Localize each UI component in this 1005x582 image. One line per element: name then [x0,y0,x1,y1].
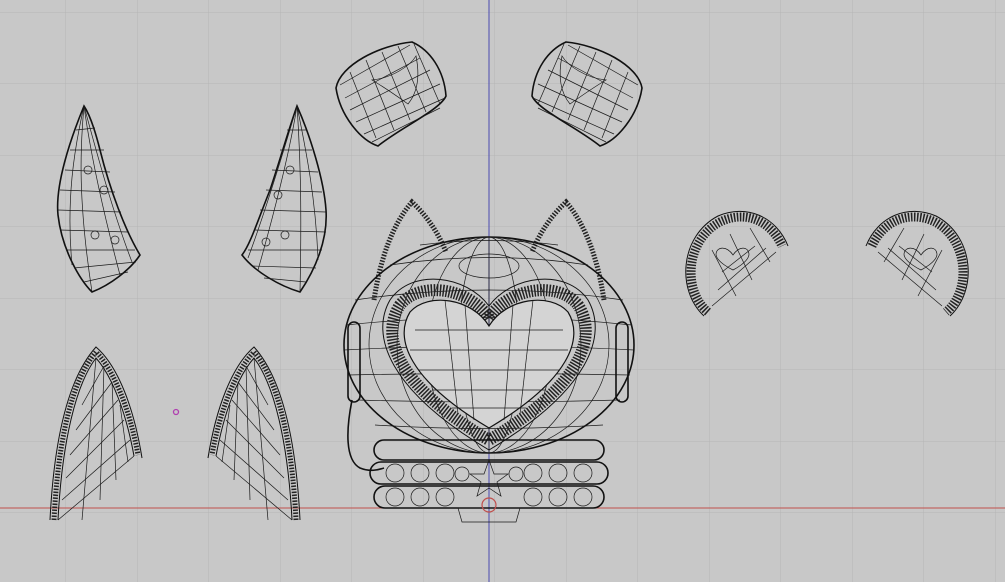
grid [0,0,1005,582]
viewport-canvas[interactable] [0,0,1005,582]
wireframe-viewport[interactable] [0,0,1005,582]
